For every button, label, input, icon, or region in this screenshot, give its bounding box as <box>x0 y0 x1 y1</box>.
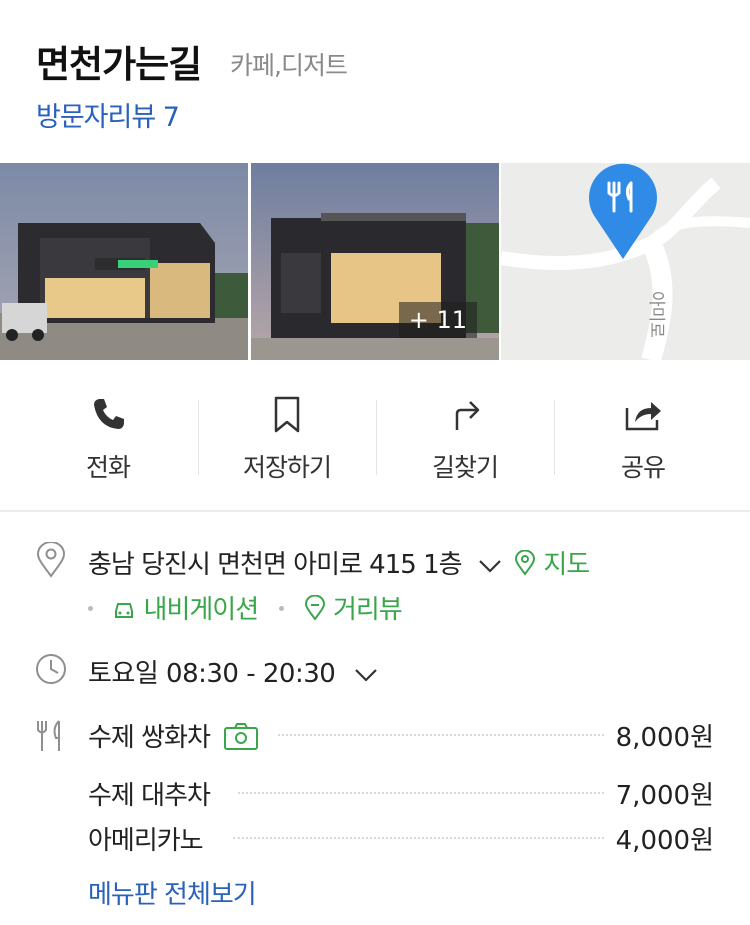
place-photo-2[interactable]: + 11 <box>251 163 499 360</box>
map-pin-icon <box>515 549 536 576</box>
chevron-down-icon[interactable] <box>477 556 503 576</box>
clock-icon <box>36 654 66 684</box>
save-button[interactable]: 저장하기 <box>198 360 376 510</box>
chevron-down-icon[interactable] <box>353 665 379 685</box>
menu-item-price: 7,000원 <box>605 775 714 812</box>
phone-icon <box>94 399 124 429</box>
street-view-icon <box>304 594 325 621</box>
map-link[interactable]: 지도 <box>514 549 590 580</box>
visitor-reviews-link[interactable]: 방문자리뷰 7 <box>36 95 180 134</box>
camera-icon <box>224 723 259 750</box>
address-text: 충남 당진시 면천면 아미로 415 1층 <box>88 550 463 580</box>
location-pin-icon <box>36 542 66 578</box>
road-label: 아미로 <box>646 291 666 338</box>
place-photo-1[interactable] <box>0 163 248 360</box>
menu-item-name: 수제 대추차 <box>88 775 220 812</box>
share-button[interactable]: 공유 <box>554 360 732 510</box>
share-icon <box>625 402 661 431</box>
menu-item[interactable]: 수제 쌍화차 8,000원 <box>88 717 714 754</box>
menu-item-name: 아메리카노 <box>88 820 213 857</box>
cutlery-icon <box>37 720 60 751</box>
address-subrow: 내비게이션 거리뷰 <box>88 589 403 626</box>
place-category: 카페,디저트 <box>230 51 348 80</box>
menu-item-name: 수제 쌍화차 <box>88 717 270 754</box>
bookmark-icon <box>274 396 300 433</box>
call-label: 전화 <box>85 453 131 482</box>
map-link-label: 지도 <box>543 550 590 580</box>
place-header: 면천가는길 카페,디저트 방문자리뷰 7 <box>0 0 750 163</box>
street-view-label: 거리뷰 <box>332 595 403 625</box>
menu-item[interactable]: 아메리카노 4,000원 <box>88 820 714 857</box>
menu-item[interactable]: 수제 대추차 7,000원 <box>88 775 714 812</box>
navigation-link[interactable]: 내비게이션 <box>105 595 265 625</box>
menu-item-price: 4,000원 <box>605 820 714 857</box>
directions-icon <box>455 401 480 430</box>
restaurant-pin-icon <box>589 163 657 259</box>
full-menu-link[interactable]: 메뉴판 전체보기 <box>88 874 257 911</box>
menu-item-price: 8,000원 <box>605 717 714 754</box>
call-button[interactable]: 전화 <box>18 360 198 510</box>
hours-text: 토요일 08:30 - 20:30 <box>88 659 336 689</box>
directions-label: 길찾기 <box>431 453 499 482</box>
action-bar: 전화 저장하기 길찾기 공유 <box>0 360 750 512</box>
save-label: 저장하기 <box>242 453 332 482</box>
photo-strip: + 11 아미로 <box>0 163 750 360</box>
directions-button[interactable]: 길찾기 <box>376 360 554 510</box>
map-thumbnail[interactable]: 아미로 <box>501 163 750 360</box>
place-info: 충남 당진시 면천면 아미로 415 1층 지도 내비게이션 거리뷰 토요일 0… <box>0 510 750 925</box>
share-label: 공유 <box>620 453 666 482</box>
hours-row[interactable]: 토요일 08:30 - 20:30 <box>88 653 379 690</box>
more-photos-badge[interactable]: + 11 <box>398 302 477 338</box>
place-title: 면천가는길 <box>36 43 202 86</box>
address-row: 충남 당진시 면천면 아미로 415 1층 지도 <box>88 544 590 581</box>
street-view-link[interactable]: 거리뷰 <box>296 594 403 625</box>
car-icon <box>115 603 134 618</box>
navigation-label: 내비게이션 <box>143 595 260 625</box>
